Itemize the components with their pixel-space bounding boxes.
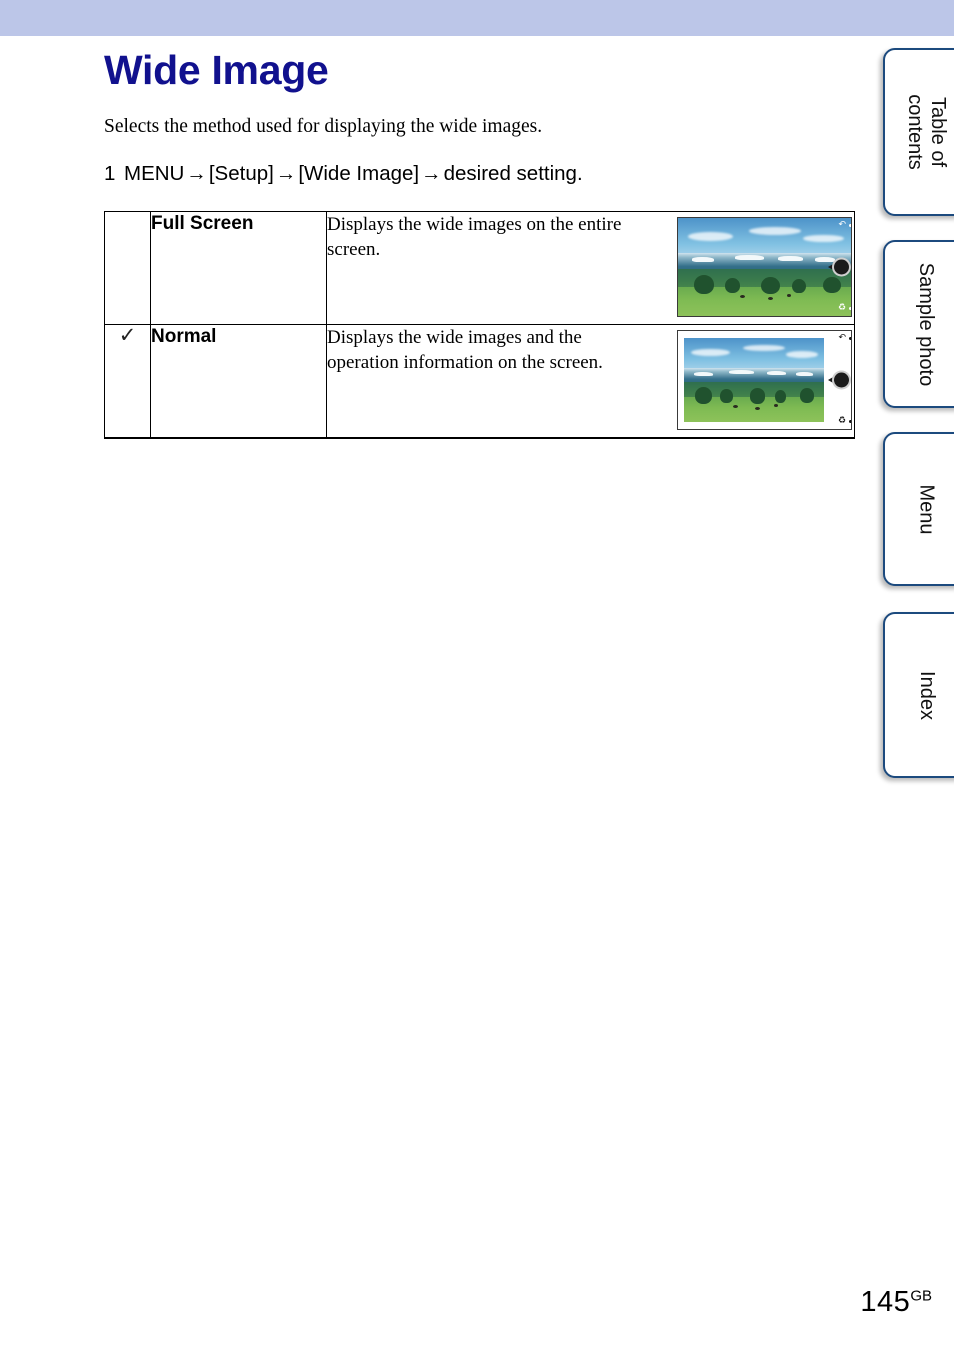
option-label-normal: Normal [151, 326, 217, 347]
option-description-cell: Displays the wide images on the entire s… [326, 211, 855, 325]
tree-shape [775, 390, 787, 403]
option-description-full-screen: Displays the wide images on the entire s… [327, 214, 622, 260]
tree-shape [693, 274, 715, 295]
step-part-wide-image: [Wide Image] [298, 162, 420, 185]
delete-icon-dot [849, 307, 851, 310]
page-number-value: 145 [860, 1286, 911, 1318]
step-number: 1 [104, 162, 116, 185]
snow-cap [796, 371, 813, 376]
snow-cap [691, 257, 715, 263]
snow-cap [728, 369, 754, 375]
snow-cap [778, 256, 803, 262]
default-marker-cell [104, 211, 151, 325]
top-decoration-bar [0, 0, 954, 36]
step-part-desired-setting: desired setting. [443, 162, 583, 185]
tab-label-wrapper: Menu [885, 434, 954, 584]
option-name-cell: Full Screen [150, 211, 327, 325]
tree-shape [823, 276, 841, 294]
page-number-region-suffix: GB [910, 1287, 932, 1305]
delete-icon: ♻ [838, 417, 851, 426]
sidebar-tab-index[interactable]: Index [883, 612, 954, 778]
page-title: Wide Image [104, 47, 329, 93]
tab-label-text: Menu [915, 483, 938, 535]
table-row: ✓ Normal Displays the wide images and th… [104, 323, 855, 439]
arrow-icon-3: → [421, 162, 442, 185]
step-part-menu: MENU [124, 162, 185, 185]
tab-label-line1: Table of [926, 96, 949, 168]
intro-paragraph: Selects the method used for displaying t… [104, 116, 543, 137]
table-row: Full Screen Displays the wide images on … [104, 211, 855, 325]
tree-shape [720, 389, 733, 403]
sidebar-tab-sample-photo[interactable]: Sample photo [883, 240, 954, 408]
settings-table: Full Screen Displays the wide images on … [104, 211, 855, 439]
tab-label-line2: contents [903, 94, 926, 170]
tree-shape [792, 278, 806, 294]
back-icon: ↶ [838, 334, 851, 343]
tree-shape [724, 277, 741, 294]
landscape-photo [684, 338, 824, 422]
back-icon: ↶ [838, 221, 851, 230]
camera-screen-thumbnail-normal: ↶ ♻ [677, 330, 852, 430]
option-label-full-screen: Full Screen [151, 213, 254, 234]
tab-label-text: Table of contents [903, 94, 949, 170]
tab-label-text: Sample photo [915, 262, 938, 386]
snow-cap [693, 371, 714, 376]
default-marker-cell: ✓ [104, 323, 151, 439]
back-icon-dot [849, 224, 851, 227]
back-icon-dot [849, 337, 851, 340]
camera-screen-thumbnail-full: ↶ ♻ [677, 217, 852, 317]
sidebar-tab-table-of-contents[interactable]: Table of contents [883, 48, 954, 216]
delete-icon-dot [849, 420, 851, 423]
landscape-photo [678, 218, 851, 316]
tree-shape [749, 388, 766, 404]
cloud-shape [748, 226, 801, 235]
tree-shape [761, 276, 781, 295]
page-content: Wide Image Selects the method used for d… [104, 36, 855, 439]
option-description-cell: Displays the wide images and the operati… [326, 324, 855, 439]
checkmark-icon: ✓ [118, 323, 137, 347]
control-wheel-icon [834, 372, 849, 388]
option-name-cell: Normal [150, 324, 327, 439]
arrow-icon-1: → [186, 162, 207, 185]
option-description-normal: Displays the wide images and the operati… [327, 327, 603, 373]
arrow-icon-2: → [275, 162, 297, 185]
sidebar-tab-menu[interactable]: Menu [883, 432, 954, 586]
tree-shape [800, 388, 815, 403]
control-wheel-icon [834, 259, 849, 275]
cloud-shape [688, 231, 734, 241]
tab-label-text: Index [915, 670, 938, 720]
tree-shape [695, 386, 712, 404]
step-part-setup: [Setup] [208, 162, 274, 185]
tab-label-wrapper: Sample photo [885, 242, 954, 406]
page-number: 145GB [860, 1286, 932, 1319]
step-instruction: 1 MENU→[Setup]→[Wide Image]→desired setti… [104, 161, 854, 187]
tab-label-wrapper: Index [885, 614, 954, 776]
delete-icon: ♻ [838, 304, 851, 313]
snow-cap [735, 255, 765, 261]
snow-cap [766, 370, 787, 375]
tab-label-wrapper: Table of contents [885, 50, 954, 214]
snow-cap [814, 257, 836, 263]
